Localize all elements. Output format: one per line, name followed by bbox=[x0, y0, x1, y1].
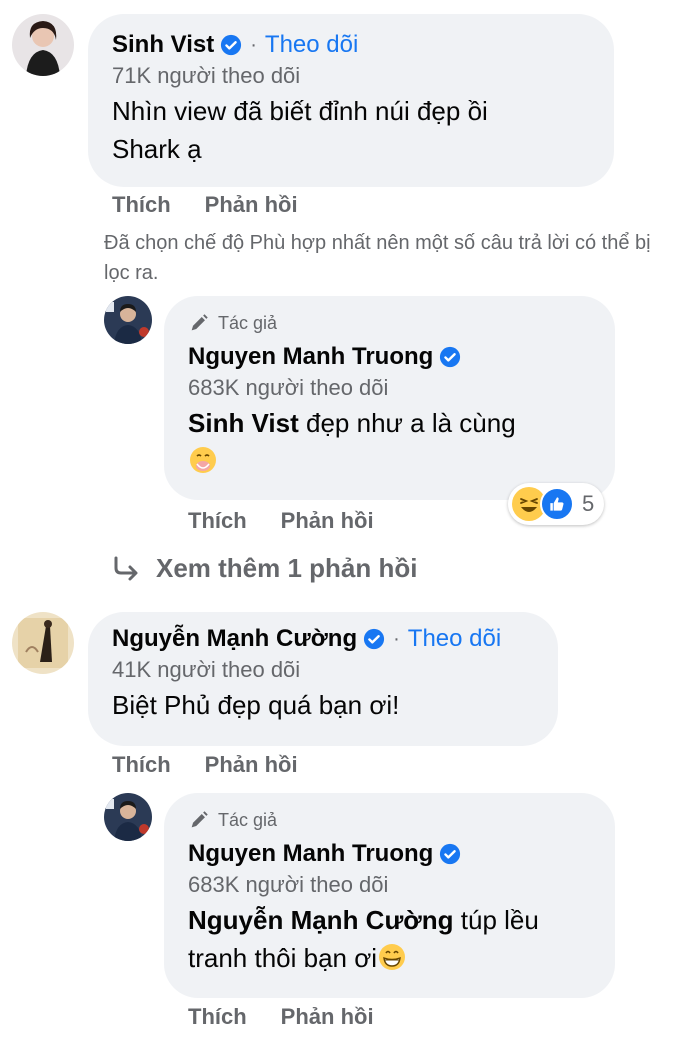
author-badge: Tác giả bbox=[188, 807, 591, 833]
avatar[interactable] bbox=[12, 14, 74, 76]
commenter-name[interactable]: Nguyễn Mạnh Cường bbox=[112, 624, 357, 654]
commenter-name[interactable]: Sinh Vist bbox=[112, 30, 214, 60]
comment-actions: Thích Phản hồi bbox=[112, 192, 332, 218]
grinning-emoji-icon bbox=[379, 944, 406, 970]
like-button[interactable]: Thích bbox=[188, 1004, 247, 1030]
reply-text: Sinh Vist đẹp như a là cùng bbox=[188, 408, 516, 438]
comment-text: Shark ạ bbox=[112, 134, 202, 164]
comment-actions: Thích Phản hồi bbox=[112, 752, 332, 778]
reply-button[interactable]: Phản hồi bbox=[281, 508, 374, 534]
verified-icon bbox=[440, 346, 461, 368]
comment-text: Nhìn view đã biết đỉnh núi đẹp ồi bbox=[112, 96, 488, 126]
comment-text: Biệt Phủ đẹp quá bạn ơi! bbox=[112, 690, 400, 720]
reply-arrow-icon bbox=[114, 556, 138, 580]
reply-bubble: Tác giả Nguyen Manh Truong 683K người th… bbox=[164, 296, 615, 500]
like-button[interactable]: Thích bbox=[112, 192, 171, 218]
reply-actions: Thích Phản hồi bbox=[188, 508, 408, 534]
reply-actions: Thích Phản hồi bbox=[188, 1004, 408, 1030]
verified-icon bbox=[364, 628, 385, 650]
avatar[interactable] bbox=[12, 612, 74, 674]
view-more-replies-link[interactable]: Xem thêm 1 phản hồi bbox=[112, 553, 418, 584]
avatar[interactable] bbox=[104, 793, 152, 841]
follow-button[interactable]: Theo dõi bbox=[408, 624, 501, 654]
comment-sinh-vist: Sinh Vist · Theo dõi 71K người theo dõi … bbox=[12, 14, 614, 187]
reply-author: Tác giả Nguyen Manh Truong 683K người th… bbox=[104, 793, 615, 998]
reply-text: Nguyễn Mạnh Cường túp lều bbox=[188, 905, 539, 935]
avatar[interactable] bbox=[104, 296, 152, 344]
reply-button[interactable]: Phản hồi bbox=[205, 752, 298, 778]
follower-count: 683K người theo dõi bbox=[188, 375, 389, 400]
comment-bubble: Sinh Vist · Theo dõi 71K người theo dõi … bbox=[88, 14, 614, 187]
follower-count: 41K người theo dõi bbox=[112, 657, 301, 682]
separator-dot: · bbox=[250, 34, 257, 56]
reply-bubble: Tác giả Nguyen Manh Truong 683K người th… bbox=[164, 793, 615, 998]
like-button[interactable]: Thích bbox=[112, 752, 171, 778]
reply-text-line2: tranh thôi bạn ơi bbox=[188, 939, 591, 977]
pencil-icon bbox=[191, 314, 208, 331]
reaction-summary[interactable]: 5 bbox=[508, 483, 605, 525]
commenter-name[interactable]: Nguyen Manh Truong bbox=[188, 342, 433, 372]
like-button[interactable]: Thích bbox=[188, 508, 247, 534]
reply-text-line2 bbox=[188, 442, 591, 480]
filter-note: Đã chọn chế độ Phù hợp nhất nên một số c… bbox=[104, 232, 651, 284]
like-reaction-icon bbox=[540, 487, 574, 521]
follower-count: 683K người theo dõi bbox=[188, 872, 389, 897]
commenter-name[interactable]: Nguyen Manh Truong bbox=[188, 839, 433, 869]
author-badge: Tác giả bbox=[188, 310, 591, 336]
mention-link[interactable]: Sinh Vist bbox=[188, 408, 299, 438]
reply-button[interactable]: Phản hồi bbox=[281, 1004, 374, 1030]
verified-icon bbox=[440, 843, 461, 865]
pencil-icon bbox=[191, 811, 208, 828]
separator-dot: · bbox=[393, 628, 400, 650]
hand-over-mouth-emoji-icon bbox=[190, 447, 216, 473]
comment-nguyen-manh-cuong: Nguyễn Mạnh Cường · Theo dõi 41K người t… bbox=[12, 612, 558, 746]
reply-author: Tác giả Nguyen Manh Truong 683K người th… bbox=[104, 296, 615, 500]
comment-bubble: Nguyễn Mạnh Cường · Theo dõi 41K người t… bbox=[88, 612, 558, 746]
reply-button[interactable]: Phản hồi bbox=[205, 192, 298, 218]
mention-link[interactable]: Nguyễn Mạnh Cường bbox=[188, 905, 454, 935]
follower-count: 71K người theo dõi bbox=[112, 63, 301, 88]
follow-button[interactable]: Theo dõi bbox=[265, 30, 358, 60]
verified-icon bbox=[221, 34, 242, 56]
reaction-count: 5 bbox=[582, 491, 595, 516]
